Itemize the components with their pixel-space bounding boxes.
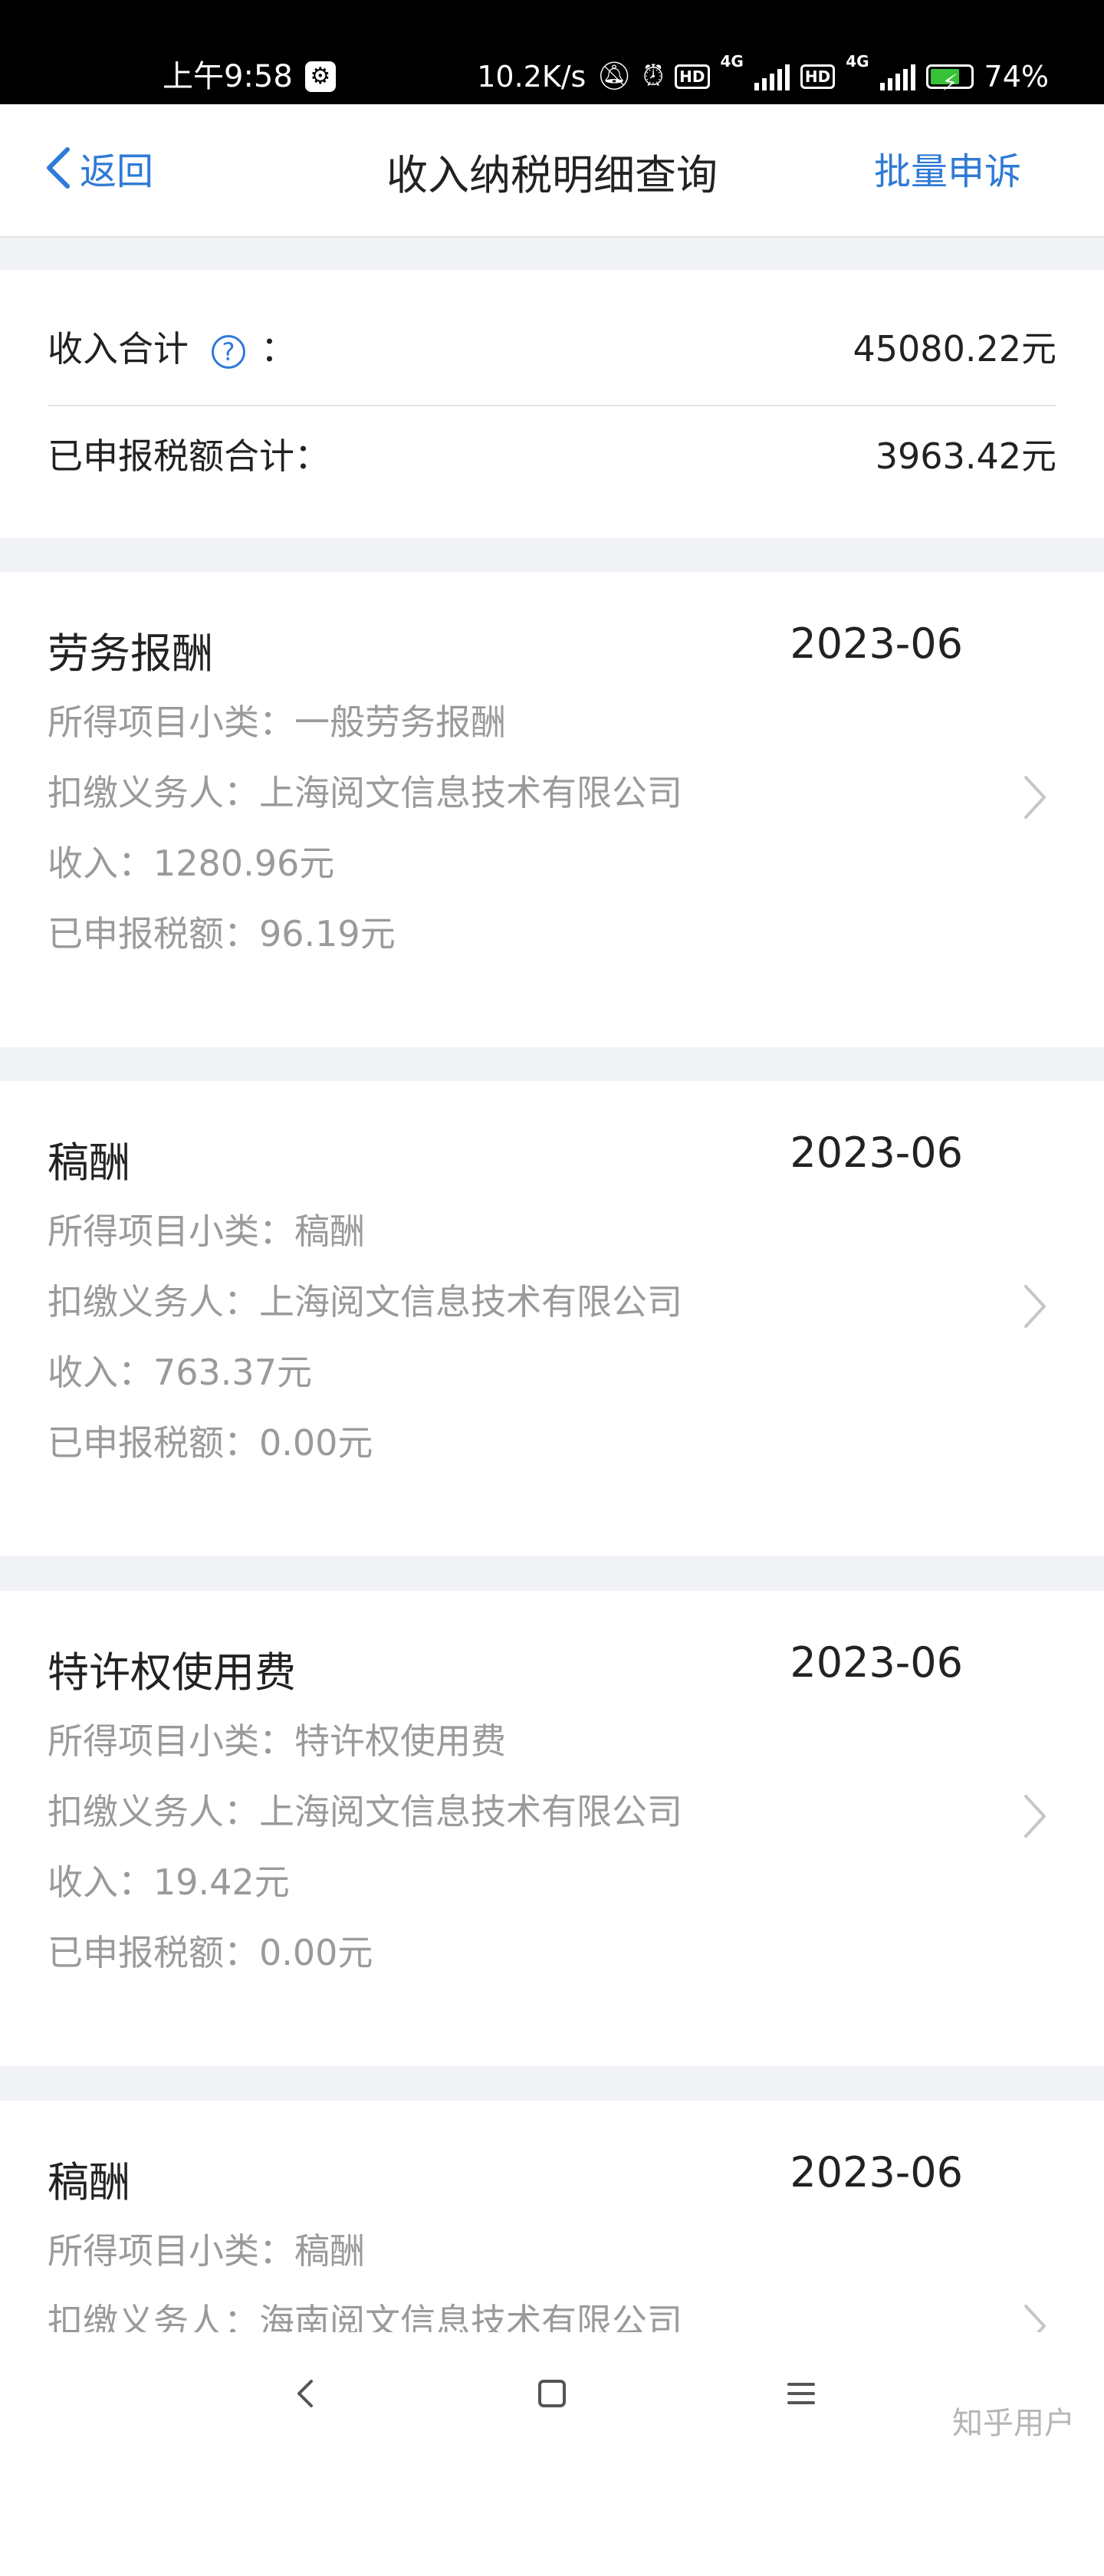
signal-icon <box>754 63 790 90</box>
battery-icon: ⚡ <box>925 64 974 97</box>
battery-percent: 74% <box>984 60 1049 94</box>
settings-icon: ⚙ <box>304 61 336 92</box>
record-date: 2023-06 <box>790 1129 963 1177</box>
status-bar: 上午9:58 ⚙ 10.2K/s 🔕︎ ⏰︎ HD 4G HD 4G ⚡ 74% <box>0 0 1104 104</box>
tax-total-label: 已申报税额合计： <box>48 435 330 477</box>
chevron-right-icon[interactable] <box>1021 1792 1049 1841</box>
record-card[interactable]: 稿酬 2023-06 所得项目小类：稿酬 扣缴义务人：上海阅文信息技术有限公司 … <box>0 1081 1104 1556</box>
income-total-value: 45080.22元 <box>853 328 1057 370</box>
nav-back-icon[interactable] <box>276 2363 337 2424</box>
sim2-network-type: 4G <box>846 52 869 71</box>
record-tax: 已申报税额：0.00元 <box>48 1422 373 1464</box>
record-category: 特许权使用费 <box>48 1648 296 1697</box>
record-category: 稿酬 <box>48 1138 130 1187</box>
nav-header: 返回 收入纳税明细查询 批量申诉 <box>0 104 1104 238</box>
batch-appeal-button[interactable]: 批量申诉 <box>874 141 1021 195</box>
chevron-right-icon[interactable] <box>1021 773 1049 822</box>
signal-icon-2 <box>879 63 915 90</box>
hd-badge-2: HD <box>800 64 836 89</box>
record-subtype: 所得项目小类：稿酬 <box>48 2230 365 2272</box>
record-payer: 扣缴义务人：上海阅文信息技术有限公司 <box>48 1281 682 1322</box>
income-total-colon: ： <box>261 328 296 370</box>
mute-bell-icon: 🔕︎ <box>596 61 632 92</box>
tax-total-value: 3963.42元 <box>875 435 1056 477</box>
record-income: 收入：763.37元 <box>48 1352 312 1393</box>
nav-home-icon[interactable] <box>521 2363 583 2424</box>
record-subtype: 所得项目小类：一般劳务报酬 <box>48 702 506 743</box>
income-total-label: 收入合计 <box>48 328 189 370</box>
record-date: 2023-06 <box>790 619 963 668</box>
income-total-label-group: 收入合计? ： <box>48 321 296 372</box>
divider <box>48 405 1056 406</box>
tax-total-row: 已申报税额合计： 3963.42元 <box>48 423 1056 485</box>
summary-panel: 收入合计? ： 45080.22元 已申报税额合计： 3963.42元 <box>0 270 1104 538</box>
system-nav-bar <box>0 2332 1104 2453</box>
record-date: 2023-06 <box>790 1638 963 1687</box>
chevron-right-icon[interactable] <box>1021 1282 1049 1331</box>
record-card[interactable]: 劳务报酬 2023-06 所得项目小类：一般劳务报酬 扣缴义务人：上海阅文信息技… <box>0 572 1104 1047</box>
network-speed: 10.2K/s <box>477 60 586 94</box>
record-payer: 扣缴义务人：上海阅文信息技术有限公司 <box>48 1791 682 1832</box>
alarm-icon: ⏰︎ <box>642 61 665 92</box>
nav-menu-icon[interactable] <box>770 2363 832 2424</box>
income-total-row: 收入合计? ： 45080.22元 <box>48 316 1056 377</box>
record-card[interactable]: 特许权使用费 2023-06 所得项目小类：特许权使用费 扣缴义务人：上海阅文信… <box>0 1591 1104 2066</box>
record-category: 稿酬 <box>48 2158 130 2206</box>
record-income: 收入：1280.96元 <box>48 843 335 884</box>
record-payer: 扣缴义务人：上海阅文信息技术有限公司 <box>48 772 682 813</box>
record-subtype: 所得项目小类：特许权使用费 <box>48 1720 506 1762</box>
record-category: 劳务报酬 <box>48 629 213 678</box>
record-tax: 已申报税额：0.00元 <box>48 1932 373 1973</box>
help-icon[interactable]: ? <box>212 334 245 369</box>
record-date: 2023-06 <box>790 2148 963 2196</box>
sim1-network-type: 4G <box>720 52 744 71</box>
hd-badge: HD <box>675 64 710 89</box>
status-time: 上午9:58 <box>163 59 293 94</box>
record-tax: 已申报税额：96.19元 <box>48 913 396 955</box>
watermark: 知乎用户 <box>952 2406 1075 2441</box>
record-subtype: 所得项目小类：稿酬 <box>48 1211 365 1252</box>
record-income: 收入：19.42元 <box>48 1861 290 1903</box>
charging-bolt-icon: ⚡ <box>941 70 958 97</box>
